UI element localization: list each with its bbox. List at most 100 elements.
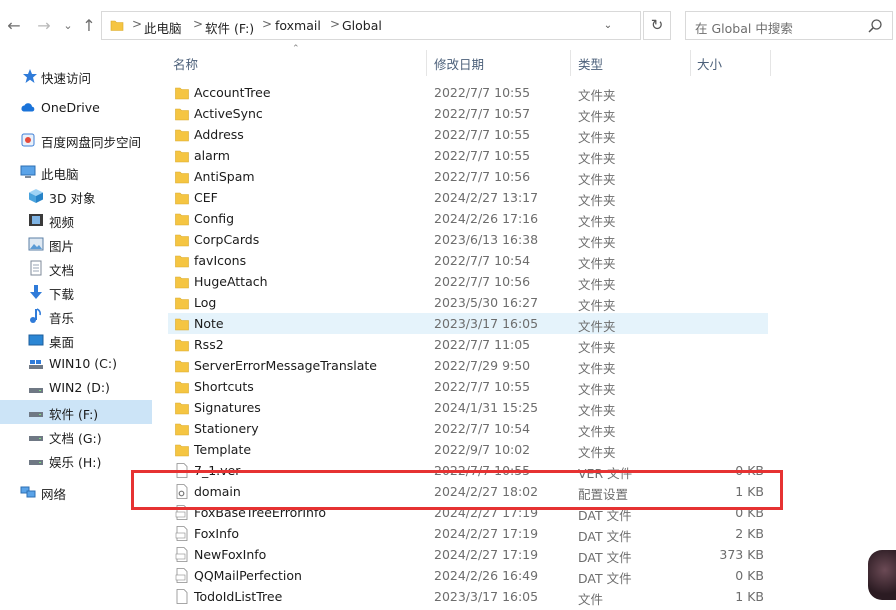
up-arrow-icon[interactable]: ↑ — [81, 17, 97, 35]
folder-icon — [175, 87, 189, 100]
file-type: 配置设置 — [578, 487, 629, 502]
forward-arrow-icon[interactable]: → — [36, 17, 52, 35]
file-name: AntiSpam — [194, 169, 255, 184]
address-bar[interactable]: > 此电脑 > 软件 (F:) > foxmail > Global — [101, 11, 641, 40]
column-header-name[interactable]: 名称 — [173, 54, 198, 76]
star-icon — [23, 69, 37, 83]
folder-row[interactable]: Config 2024/2/26 17:16 文件夹 — [168, 208, 768, 229]
file-row[interactable]: 7_1.ver 2022/7/7 10:55 VER 文件 0 KB — [168, 460, 768, 481]
column-divider[interactable] — [770, 50, 771, 76]
file-name: NewFoxInfo — [194, 547, 267, 562]
breadcrumb-global[interactable]: Global — [342, 18, 382, 33]
dat-file-icon — [175, 505, 188, 520]
column-header-type[interactable]: 类型 — [578, 54, 603, 76]
file-type: DAT 文件 — [578, 508, 632, 523]
folder-row[interactable]: Stationery 2022/7/7 10:54 文件夹 — [168, 418, 768, 439]
folder-row[interactable]: ActiveSync 2022/7/7 10:57 文件夹 — [168, 103, 768, 124]
sidebar-item-drive-g[interactable]: 文档 (G:) — [0, 424, 152, 448]
column-divider[interactable] — [426, 50, 427, 76]
file-type: 文件 — [578, 592, 604, 607]
file-name: CorpCards — [194, 232, 260, 247]
sidebar-item-videos[interactable]: 视频 — [0, 208, 152, 232]
sidebar-item-this-pc[interactable]: 此电脑 — [0, 160, 152, 184]
file-modified-date: 2023/3/17 16:05 — [434, 316, 539, 331]
cube-icon — [29, 189, 43, 203]
folder-row[interactable]: AccountTree 2022/7/7 10:55 文件夹 — [168, 82, 768, 103]
file-row[interactable]: FoxInfo 2024/2/27 17:19 DAT 文件 2 KB — [168, 523, 768, 544]
breadcrumb-this-pc[interactable]: 此电脑 — [144, 18, 182, 37]
sidebar-item-3d-objects[interactable]: 3D 对象 — [0, 184, 152, 208]
sidebar-item-music[interactable]: 音乐 — [0, 304, 152, 328]
file-modified-date: 2022/7/7 10:54 — [434, 253, 531, 268]
folder-row[interactable]: Rss2 2022/7/7 11:05 文件夹 — [168, 334, 768, 355]
address-history-chevron-icon[interactable]: ⌄ — [601, 11, 615, 40]
sidebar-item-desktop[interactable]: 桌面 — [0, 328, 152, 352]
folder-icon — [175, 402, 189, 415]
column-divider[interactable] — [690, 50, 691, 76]
sidebar-item-label: 文档 (G:) — [49, 431, 102, 446]
file-modified-date: 2024/2/26 17:16 — [434, 211, 539, 226]
folder-row[interactable]: CEF 2024/2/27 13:17 文件夹 — [168, 187, 768, 208]
file-size: 0 KB — [735, 505, 764, 520]
file-modified-date: 2022/9/7 10:02 — [434, 442, 531, 457]
file-row[interactable]: FoxBaseTreeErrorInfo 2024/2/27 17:19 DAT 文… — [168, 502, 768, 523]
file-modified-date: 2022/7/7 10:55 — [434, 85, 531, 100]
recent-locations-chevron-icon[interactable]: ⌄ — [60, 17, 76, 35]
folder-icon — [175, 150, 189, 163]
drive-icon — [29, 412, 43, 417]
sidebar-item-network[interactable]: 网络 — [0, 480, 152, 504]
breadcrumb-drive-f[interactable]: 软件 (F:) — [205, 18, 254, 37]
folder-row[interactable]: favIcons 2022/7/7 10:54 文件夹 — [168, 250, 768, 271]
folder-icon — [110, 20, 124, 31]
file-size: 2 KB — [735, 526, 764, 541]
sidebar-item-quick-access[interactable]: 快速访问 — [0, 64, 152, 88]
file-row[interactable]: NewFoxInfo 2024/2/27 17:19 DAT 文件 373 KB — [168, 544, 768, 565]
file-modified-date: 2023/6/13 16:38 — [434, 232, 539, 247]
folder-row[interactable]: AntiSpam 2022/7/7 10:56 文件夹 — [168, 166, 768, 187]
folder-row[interactable]: Address 2022/7/7 10:55 文件夹 — [168, 124, 768, 145]
folder-row[interactable]: Template 2022/9/7 10:02 文件夹 — [168, 439, 768, 460]
file-name: Signatures — [194, 400, 261, 415]
back-arrow-icon[interactable]: ← — [6, 17, 22, 35]
folder-row[interactable]: Note 2023/3/17 16:05 文件夹 — [168, 313, 768, 334]
file-type: DAT 文件 — [578, 550, 632, 565]
sidebar-item-drive-c[interactable]: WIN10 (C:) — [0, 352, 152, 376]
column-divider[interactable] — [570, 50, 571, 76]
floating-avatar[interactable] — [868, 550, 896, 600]
music-icon — [30, 308, 41, 323]
file-modified-date: 2024/2/27 18:02 — [434, 484, 539, 499]
file-icon — [176, 463, 188, 478]
navigation-bar: ← → ⌄ ↑ > 此电脑 > 软件 (F:) > foxmail > Glob… — [0, 0, 896, 52]
folder-row[interactable]: Shortcuts 2022/7/7 10:55 文件夹 — [168, 376, 768, 397]
sidebar-item-downloads[interactable]: 下载 — [0, 280, 152, 304]
file-type: 文件夹 — [578, 256, 616, 271]
sidebar-item-onedrive[interactable]: OneDrive — [0, 96, 152, 120]
sidebar-item-pictures[interactable]: 图片 — [0, 232, 152, 256]
refresh-icon[interactable]: ↻ — [643, 11, 671, 40]
folder-row[interactable]: Log 2023/5/30 16:27 文件夹 — [168, 292, 768, 313]
sidebar-item-documents[interactable]: 文档 — [0, 256, 152, 280]
column-header-date[interactable]: 修改日期 — [434, 54, 484, 76]
file-row[interactable]: QQMailPerfection 2024/2/26 16:49 DAT 文件 0 K… — [168, 565, 768, 586]
file-row[interactable]: TodoIdListTree 2023/3/17 16:05 文件 1 KB — [168, 586, 768, 607]
file-modified-date: 2022/7/7 11:05 — [434, 337, 531, 352]
folder-row[interactable]: ServerErrorMessageTranslate 2022/7/29 9:5… — [168, 355, 768, 376]
sidebar-item-drive-f[interactable]: 软件 (F:) — [0, 400, 152, 424]
file-type: 文件夹 — [578, 172, 616, 187]
folder-row[interactable]: HugeAttach 2022/7/7 10:56 文件夹 — [168, 271, 768, 292]
folder-row[interactable]: CorpCards 2023/6/13 16:38 文件夹 — [168, 229, 768, 250]
sidebar-item-drive-d[interactable]: WIN2 (D:) — [0, 376, 152, 400]
sidebar-item-baidu-netdisk[interactable]: 百度网盘同步空间 — [0, 128, 152, 152]
computer-icon — [20, 165, 36, 178]
folder-row[interactable]: Signatures 2024/1/31 15:25 文件夹 — [168, 397, 768, 418]
breadcrumb-foxmail[interactable]: foxmail — [275, 18, 321, 33]
file-row[interactable]: domain 2024/2/27 18:02 配置设置 1 KB — [168, 481, 768, 502]
file-modified-date: 2023/5/30 16:27 — [434, 295, 539, 310]
file-type: 文件夹 — [578, 151, 616, 166]
column-header-size[interactable]: 大小 — [697, 54, 722, 76]
sidebar-item-drive-h[interactable]: 娱乐 (H:) — [0, 448, 152, 472]
folder-icon — [175, 192, 189, 205]
folder-row[interactable]: alarm 2022/7/7 10:55 文件夹 — [168, 145, 768, 166]
search-box[interactable]: 在 Global 中搜索 — [685, 11, 893, 40]
search-icon[interactable] — [867, 18, 883, 34]
